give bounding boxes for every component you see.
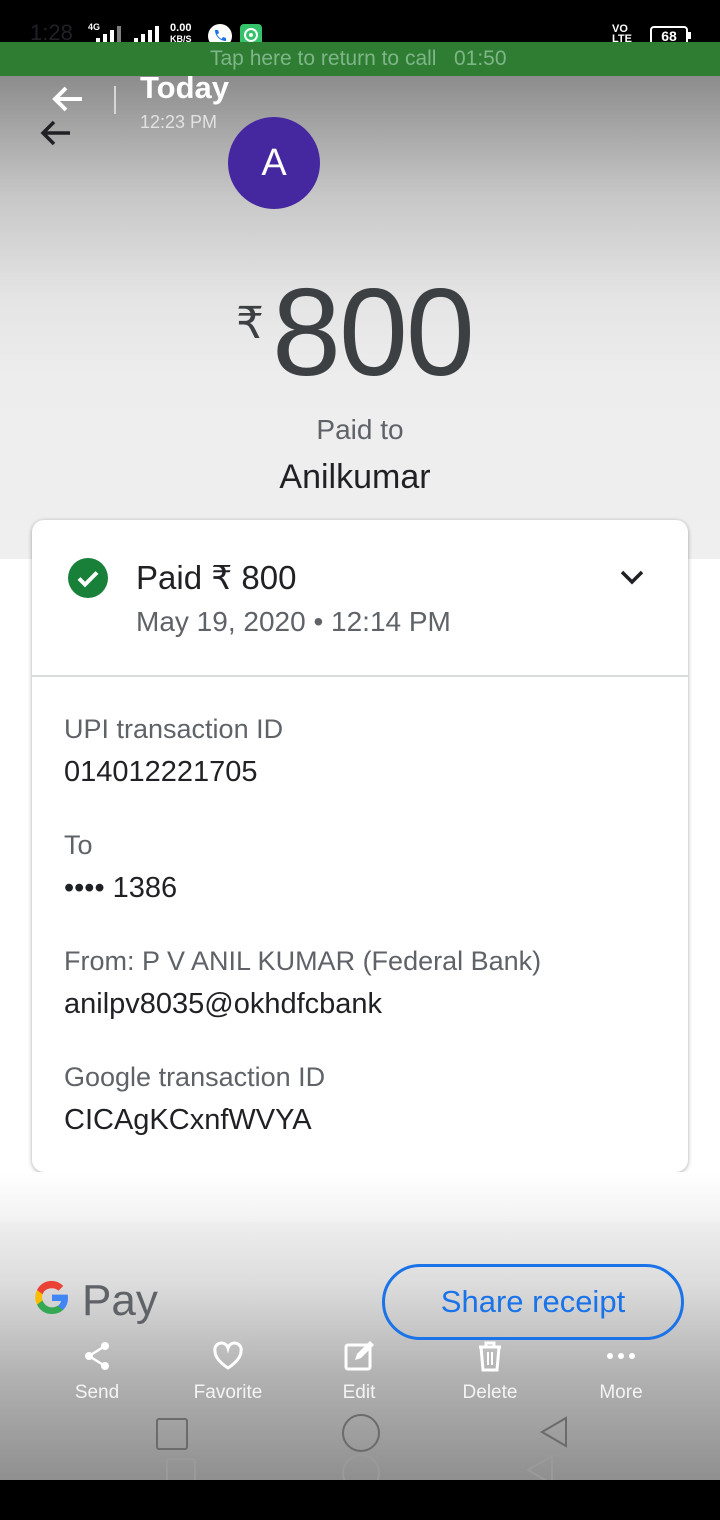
gpay-brand-text: Pay [82,1276,158,1325]
action-label: More [599,1382,643,1403]
paid-to-label: Paid to [316,414,404,445]
action-label: Edit [342,1382,376,1403]
home-button[interactable] [342,1414,380,1452]
detail-label: To [64,830,93,860]
detail-label: UPI transaction ID [64,714,284,744]
bottom-fade [0,1172,720,1224]
recipient-name: Anilkumar [279,458,431,496]
card-divider [32,675,688,677]
recent-apps-button[interactable] [156,1418,188,1450]
payment-amount: 800 [272,264,475,402]
payment-status-date: May 19, 2020 • 12:14 PM [136,606,451,637]
detail-value: anilpv8035@okhdfcbank [64,988,383,1020]
back-button[interactable] [36,116,76,150]
nav-back-button[interactable] [536,1414,572,1450]
action-label: Send [74,1382,120,1403]
back-arrow-icon[interactable] [48,82,88,116]
share-icon [85,1342,109,1370]
more-dots-icon [607,1353,635,1359]
chevron-down-icon[interactable] [616,566,648,590]
battery-tip [688,32,691,39]
return-to-call-text[interactable]: Tap here to return to call 01:50 [210,47,507,71]
detail-label: Google transaction ID [64,1062,326,1092]
header-time: 12:23 PM [140,112,218,132]
detail-label: From: P V ANIL KUMAR (Federal Bank) [64,946,542,976]
header-title: Today [140,70,229,105]
edit-icon [344,1341,374,1371]
volte-indicator: VO LTE [612,23,632,45]
action-label: Favorite [193,1382,263,1403]
currency-symbol: ₹ [236,299,264,348]
edit-action[interactable]: Edit [299,1338,419,1404]
detail-value: •••• 1386 [64,872,178,904]
share-receipt-button[interactable]: Share receipt [382,1264,684,1340]
delete-action[interactable]: Delete [430,1338,550,1404]
action-label: Delete [462,1382,518,1403]
more-action[interactable]: More [561,1338,681,1404]
send-action[interactable]: Send [37,1338,157,1404]
detail-value: CICAgKCxnfWVYA [64,1104,312,1136]
recipient-avatar: A [228,117,320,209]
trash-icon [479,1341,501,1372]
favorite-action[interactable]: Favorite [168,1338,288,1404]
header-divider [114,86,116,114]
bottom-system-strip [0,1480,720,1520]
heart-icon [213,1341,243,1370]
check-circle-icon [68,558,108,598]
detail-value: 014012221705 [64,756,258,788]
google-g-logo-icon [30,1276,74,1320]
payment-status-title: Paid ₹ 800 [136,559,297,596]
